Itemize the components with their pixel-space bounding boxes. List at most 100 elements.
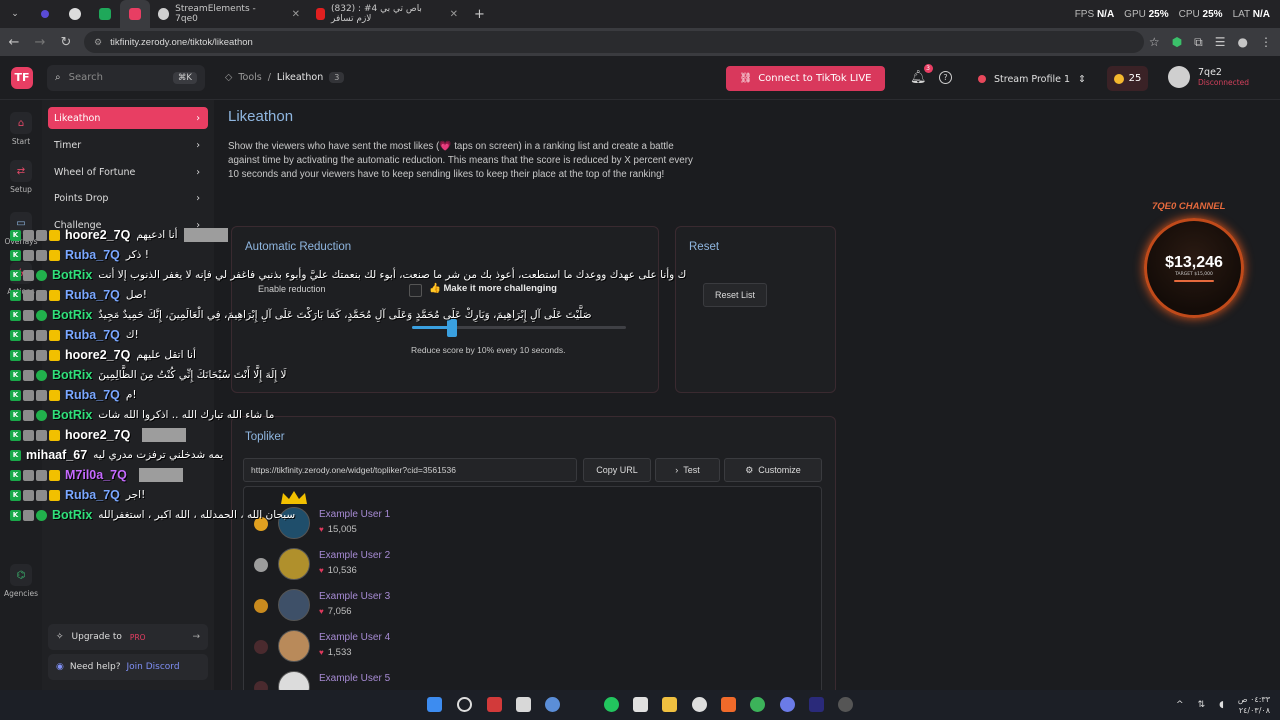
test-button[interactable]: › Test — [655, 458, 720, 482]
pinned-tab-active[interactable] — [120, 0, 150, 28]
reset-list-button[interactable]: Reset List — [703, 283, 767, 307]
tab-list-button[interactable]: ⌄ — [0, 0, 30, 28]
ranking-row: Example User 3 ♥ 7,056 — [244, 589, 804, 629]
widget-url-field[interactable]: https://tikfinity.zerody.one/widget/topl… — [243, 458, 577, 482]
close-icon[interactable]: ✕ — [450, 9, 458, 20]
rail-item-agencies[interactable]: ⌬ Agencies — [0, 564, 42, 598]
chat-username: Ruba_7Q — [65, 388, 120, 402]
avatar — [278, 630, 310, 662]
app-icon[interactable] — [838, 697, 853, 712]
lat-stat: LAT N/A — [1232, 8, 1270, 20]
chat-message: K Ruba_7Q ك! — [10, 325, 139, 345]
customize-button[interactable]: ⚙ Customize — [724, 458, 822, 482]
upgrade-button[interactable]: ✧ Upgrade to PRO → — [48, 624, 208, 650]
chat-text: لَا إِلَهَ إِلَّا أَنْتَ سُبْحَانَكَ إِن… — [98, 369, 287, 381]
ranking-likes: ♥ 7,056 — [319, 606, 352, 617]
bookmark-star-icon[interactable]: ☆ — [1149, 35, 1160, 49]
reading-list-icon[interactable]: ☰ — [1215, 35, 1226, 49]
new-tab-button[interactable]: + — [466, 0, 493, 28]
app-icon[interactable] — [633, 697, 648, 712]
settings-icon[interactable] — [545, 697, 560, 712]
challenge-checkbox[interactable] — [409, 284, 422, 297]
app-icon[interactable] — [604, 697, 619, 712]
discord-icon[interactable] — [780, 697, 795, 712]
back-icon[interactable]: ← — [2, 30, 26, 54]
clock-time: ٠٤:٣٣ ص — [1237, 695, 1270, 704]
sub-badge-icon — [36, 329, 47, 341]
user-menu[interactable]: 7qe2 Disconnected ⌄ — [1168, 66, 1280, 88]
tikfinity-logo[interactable]: TF — [11, 66, 33, 89]
verified-badge-icon — [36, 369, 47, 381]
copy-url-button[interactable]: Copy URL — [583, 458, 651, 482]
chat-text: ك وأنا على عهدك ووعدك ما استطعت، أعوذ بك… — [98, 269, 687, 281]
search-icon[interactable] — [457, 697, 472, 712]
coins-count: 25 — [1128, 73, 1142, 84]
close-icon[interactable]: ✕ — [292, 9, 300, 20]
sidebar-item-timer[interactable]: Timer › — [48, 134, 208, 156]
chat-text: اجر! — [125, 489, 146, 501]
site-info-icon[interactable]: ⚙ — [94, 37, 102, 48]
connect-tiktok-button[interactable]: ⛓ Connect to TikTok LIVE — [726, 66, 885, 91]
search-input[interactable]: ⌕ Search ⌘K — [47, 64, 205, 91]
test-label: Test — [683, 465, 700, 475]
clock[interactable]: ٠٤:٣٣ ص ٢٤/٠٣/٠٨ — [1238, 694, 1270, 716]
kick-badge-icon: K — [10, 329, 21, 341]
chat-username: mihaaf_67 — [26, 448, 88, 462]
breadcrumb-current: Likeathon — [276, 72, 324, 83]
extension-icon[interactable]: ⬢ — [1172, 35, 1182, 49]
address-url: tikfinity.zerody.one/tiktok/likeathon — [110, 36, 253, 48]
join-discord-link[interactable]: Join Discord — [126, 662, 179, 672]
coin-icon — [1113, 73, 1124, 84]
pinned-tab-2[interactable] — [60, 0, 90, 28]
chat-text: صَلَّيْتَ عَلَى آلِ إِبْرَاهِيمَ، وَبَار… — [98, 309, 592, 321]
ranking-likes: ♥ 15,005 — [319, 524, 357, 535]
tab-streamelements[interactable]: StreamElements - 7qe0 ✕ — [150, 0, 308, 28]
sidebar-item-wheel[interactable]: Wheel of Fortune › — [48, 161, 208, 183]
extensions-puzzle-icon[interactable]: ⧉ — [1194, 35, 1203, 50]
tab-youtube[interactable]: (832) باص تي بي 4# : لازم تسافر ✕ — [308, 0, 466, 28]
forward-icon[interactable]: → — [28, 30, 52, 54]
sidebar-item-points-drop[interactable]: Points Drop › — [48, 187, 208, 209]
profile-icon[interactable]: ● — [1238, 35, 1248, 49]
stream-profile-selector[interactable]: Stream Profile 1 ⇕ — [978, 68, 1086, 90]
chat-text: ذكر ! — [125, 249, 149, 261]
app-icon[interactable] — [516, 697, 531, 712]
volume-icon[interactable]: ◖ — [1219, 700, 1224, 710]
rail-item-start[interactable]: ⌂ Start — [0, 112, 42, 146]
coins-badge[interactable]: 25 — [1107, 66, 1148, 91]
address-bar[interactable]: ⚙ tikfinity.zerody.one/tiktok/likeathon — [84, 31, 1144, 53]
notifications-button[interactable]: 🔔︎ 3 — [910, 64, 933, 85]
menu-icon[interactable]: ⋮ — [1260, 35, 1272, 49]
pinned-tab-3[interactable] — [90, 0, 120, 28]
breadcrumb-tools[interactable]: Tools — [238, 72, 261, 83]
crown-icon — [281, 491, 307, 504]
brave-icon[interactable] — [721, 697, 736, 712]
file-explorer-icon[interactable] — [662, 697, 677, 712]
chat-username: hoore2_7Q — [65, 428, 131, 442]
sidebar-item-likeathon[interactable]: Likeathon › — [48, 107, 208, 129]
kick-badge-icon: K — [10, 469, 21, 481]
chevron-up-icon[interactable]: ^ — [1176, 700, 1184, 710]
goal-target: TARGET $15,000 — [1175, 272, 1213, 277]
avatar — [278, 548, 310, 580]
fps-stat: FPS N/A — [1074, 8, 1115, 20]
help-icon[interactable]: ? — [939, 71, 952, 84]
start-icon[interactable] — [427, 697, 442, 712]
pinned-tab-1[interactable] — [30, 0, 60, 28]
sub-badge-icon — [36, 349, 47, 361]
steam-icon[interactable] — [692, 697, 707, 712]
chat-username: Ruba_7Q — [65, 488, 120, 502]
network-icon[interactable]: ⇅ — [1198, 700, 1206, 710]
chevron-right-icon: › — [196, 166, 200, 178]
sub-badge-icon — [23, 409, 34, 421]
ranking-row: Example User 2 ♥ 10,536 — [244, 548, 804, 588]
chrome-icon[interactable] — [750, 697, 765, 712]
chat-message: K Ruba_7Q صل! — [10, 285, 147, 305]
sidebar-item-label: Wheel of Fortune — [54, 166, 136, 178]
reload-icon[interactable]: ↻ — [54, 30, 78, 54]
app-icon[interactable] — [487, 697, 502, 712]
card-title: Topliker — [245, 431, 285, 443]
rail-item-setup[interactable]: ⇄ Setup — [0, 160, 42, 194]
page-description: Show the viewers who have sent the most … — [228, 141, 693, 180]
premiere-icon[interactable] — [809, 697, 824, 712]
